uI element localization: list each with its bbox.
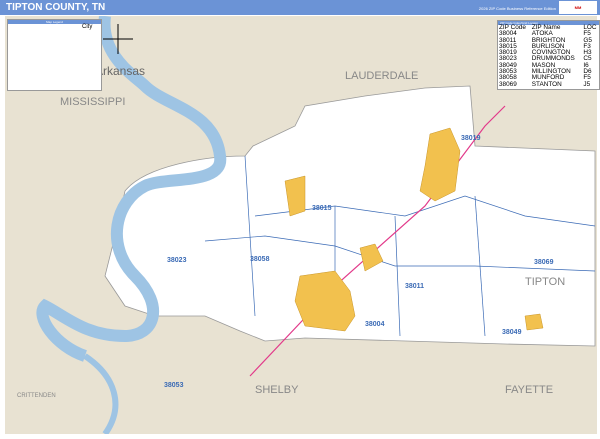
county-label-shelby: SHELBY bbox=[255, 384, 299, 396]
zip-label: 38069 bbox=[534, 259, 554, 266]
county-label-tipton: TIPTON bbox=[525, 276, 566, 288]
state-label-arkansas: Arkansas bbox=[95, 64, 146, 78]
table-cell: 38069 bbox=[499, 80, 517, 88]
zip-label: 38049 bbox=[502, 329, 522, 336]
zip-label: 38011 bbox=[405, 283, 425, 290]
table-row: 38069 STANTON J5 bbox=[498, 80, 599, 88]
zip-label: 38004 bbox=[365, 321, 385, 328]
zip-label: 38019 bbox=[461, 135, 481, 142]
county-label-crittenden: CRITTENDEN bbox=[17, 393, 56, 399]
zip-label: 38053 bbox=[164, 382, 184, 389]
map-legend: Map Legend City bbox=[7, 19, 102, 91]
county-label-fayette: FAYETTE bbox=[505, 384, 554, 396]
zip-label: 38058 bbox=[250, 256, 270, 263]
logo: MM bbox=[559, 1, 597, 14]
state-label-mississippi: MISSISSIPPI bbox=[60, 96, 126, 108]
zip-label: 38023 bbox=[167, 257, 187, 264]
legend-city-label: City bbox=[82, 24, 93, 30]
page-title: TIPTON COUNTY, TN bbox=[6, 2, 106, 13]
table-cell: STANTON bbox=[531, 80, 562, 88]
county-label-lauderdale: LAUDERDALE bbox=[345, 70, 419, 82]
edition-label: 2026 ZIP Code Business Reference Edition bbox=[478, 6, 556, 11]
zip-index-table: ZIP Code Index/Grid Locator ZIP Code ZIP… bbox=[497, 20, 600, 90]
zip-label: 38015 bbox=[312, 205, 332, 212]
table-cell: J5 bbox=[583, 80, 591, 88]
header-bar: TIPTON COUNTY, TN 2026 ZIP Code Business… bbox=[0, 0, 600, 15]
